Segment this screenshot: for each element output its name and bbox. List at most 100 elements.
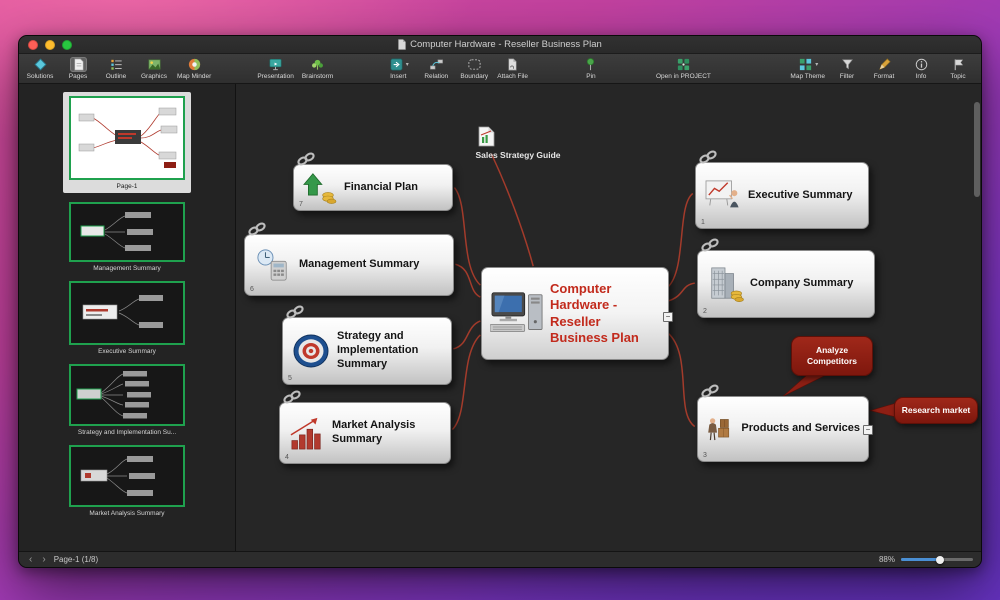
window-body: Page-1 [19,84,981,551]
topic-management-summary[interactable]: Management Summary 6 [244,234,454,296]
topic-number: 7 [299,201,303,208]
toolbar-group-insert: ▾ Insert Relation Boundary Attach File [383,57,528,80]
hyperlink-chain-icon[interactable] [698,150,718,169]
toolbar-button-map-theme[interactable]: ▾ Map Theme [790,57,825,80]
toolbar-button-solutions[interactable]: Solutions [25,57,55,80]
attached-document-icon[interactable] [478,126,495,152]
attach-file-icon [505,57,520,72]
previous-page-button[interactable]: ‹ [27,555,34,565]
topic-number: 3 [703,452,707,459]
topic-central-business-plan[interactable]: Computer Hardware - Reseller Business Pl… [481,267,669,360]
page-thumbnail-item[interactable]: Strategy and Implementation Su... [69,364,185,436]
pages-sidebar: Page-1 [19,84,236,551]
toolbar-button-pin[interactable]: Pin [576,57,606,80]
zoom-slider-knob[interactable] [936,556,944,564]
solutions-icon [33,57,48,72]
topic-label: Executive Summary [748,189,853,203]
zoom-button[interactable] [62,40,72,50]
hyperlink-chain-icon[interactable] [700,384,720,403]
collapse-button[interactable]: − [863,425,873,435]
toolbar-group-panels: Solutions Pages Outline Graphics Map Min… [25,57,211,80]
page-thumbnail-label: Strategy and Implementation Su... [78,429,176,436]
callout-research-market[interactable]: Research market [894,397,978,424]
next-page-button[interactable]: › [40,555,47,565]
toolbar-button-map-minder[interactable]: Map Minder [177,57,211,80]
toolbar-label: Graphics [141,73,167,80]
page-thumbnail-label: Market Analysis Summary [89,510,164,517]
topic-strategy-implementation-summary[interactable]: Strategy and Implementation Summary 5 [282,317,452,385]
statusbar: ‹ › Page-1 (1/8) 88% [19,551,981,567]
topic-label: Products and Services [741,422,860,436]
page-thumbnail-item[interactable]: Market Analysis Summary [69,445,185,517]
topic-number: 6 [250,286,254,293]
strategy-target-icon [291,332,331,370]
page-indicator: Page-1 (1/8) [54,555,98,564]
toolbar-label: Relation [424,73,448,80]
toolbar-label: Open in PROJECT [656,73,711,80]
toolbar-button-pages[interactable]: Pages [63,57,93,80]
close-button[interactable] [28,40,38,50]
hyperlink-chain-icon[interactable] [700,238,720,257]
outline-icon [109,57,124,72]
topic-executive-summary[interactable]: Executive Summary 1 [695,162,869,229]
zoom-slider-fill [901,558,940,561]
company-building-icon [706,266,744,302]
products-services-icon [706,412,735,446]
toolbar-label: Pages [69,73,87,80]
page-thumbnail-item[interactable]: Management Summary [69,202,185,272]
page-thumbnail-label: Management Summary [93,265,161,272]
management-summary-icon [253,248,293,282]
toolbar-button-brainstorm[interactable]: Brainstorm [302,57,333,80]
page-thumbnail-graphic [71,204,183,260]
mindmap-canvas[interactable]: Sales Strategy Guide Financial Plan 7 [236,84,981,551]
topic-market-analysis-summary[interactable]: Market Analysis Summary 4 [279,402,451,464]
toolbar-button-outline[interactable]: Outline [101,57,131,80]
pin-icon [583,57,598,72]
map-theme-icon [798,57,813,72]
toolbar-label: Brainstorm [302,73,333,80]
topic-company-summary[interactable]: Company Summary 2 [697,250,875,318]
page-thumbnail-item[interactable]: Page-1 [63,92,191,193]
zoom-slider[interactable] [901,558,973,561]
toolbar-button-topic[interactable]: Topic [943,57,973,80]
toolbar-button-boundary[interactable]: Boundary [459,57,489,80]
collapse-button[interactable]: − [663,312,673,322]
window-title-text: Computer Hardware - Reseller Business Pl… [410,39,602,50]
toolbar-button-attach-file[interactable]: Attach File [497,57,528,80]
graphics-icon [147,57,162,72]
insert-icon [389,57,404,72]
hyperlink-chain-icon[interactable] [285,305,305,324]
topic-number: 5 [288,375,292,382]
dropdown-caret-icon: ▾ [815,61,818,68]
hyperlink-chain-icon[interactable] [282,390,302,409]
format-icon [877,57,892,72]
info-icon [914,57,929,72]
callout-analyze-competitors[interactable]: Analyze Competitors [791,336,873,376]
toolbar-button-info[interactable]: Info [906,57,936,80]
vertical-scrollbar[interactable] [974,102,980,197]
hyperlink-chain-icon[interactable] [296,152,316,171]
pages-icon [71,57,86,72]
desktop-wallpaper: Computer Hardware - Reseller Business Pl… [0,0,1000,600]
app-window: Computer Hardware - Reseller Business Pl… [18,35,982,568]
attachment-label: Sales Strategy Guide [458,150,578,160]
hyperlink-chain-icon[interactable] [247,222,267,241]
page-thumbnail-graphic [71,366,183,424]
topic-financial-plan[interactable]: Financial Plan 7 [293,164,453,211]
toolbar-button-filter[interactable]: Filter [832,57,862,80]
document-icon [398,39,406,50]
page-thumbnail-label: Page-1 [117,183,138,190]
toolbar-label: Filter [840,73,854,80]
toolbar-button-graphics[interactable]: Graphics [139,57,169,80]
toolbar-button-format[interactable]: Format [869,57,899,80]
topic-products-and-services[interactable]: Products and Services 3 − [697,396,869,462]
toolbar-button-open-in-project[interactable]: Open in PROJECT [656,57,711,80]
toolbar-button-relation[interactable]: Relation [421,57,451,80]
toolbar-button-insert[interactable]: ▾ Insert [383,57,413,80]
titlebar[interactable]: Computer Hardware - Reseller Business Pl… [19,36,981,54]
minimize-button[interactable] [45,40,55,50]
toolbar-button-presentation[interactable]: Presentation [257,57,294,80]
page-thumbnail-item[interactable]: Executive Summary [69,281,185,355]
topic-label: Strategy and Implementation Summary [337,330,441,371]
market-analysis-chart-icon [288,416,326,450]
